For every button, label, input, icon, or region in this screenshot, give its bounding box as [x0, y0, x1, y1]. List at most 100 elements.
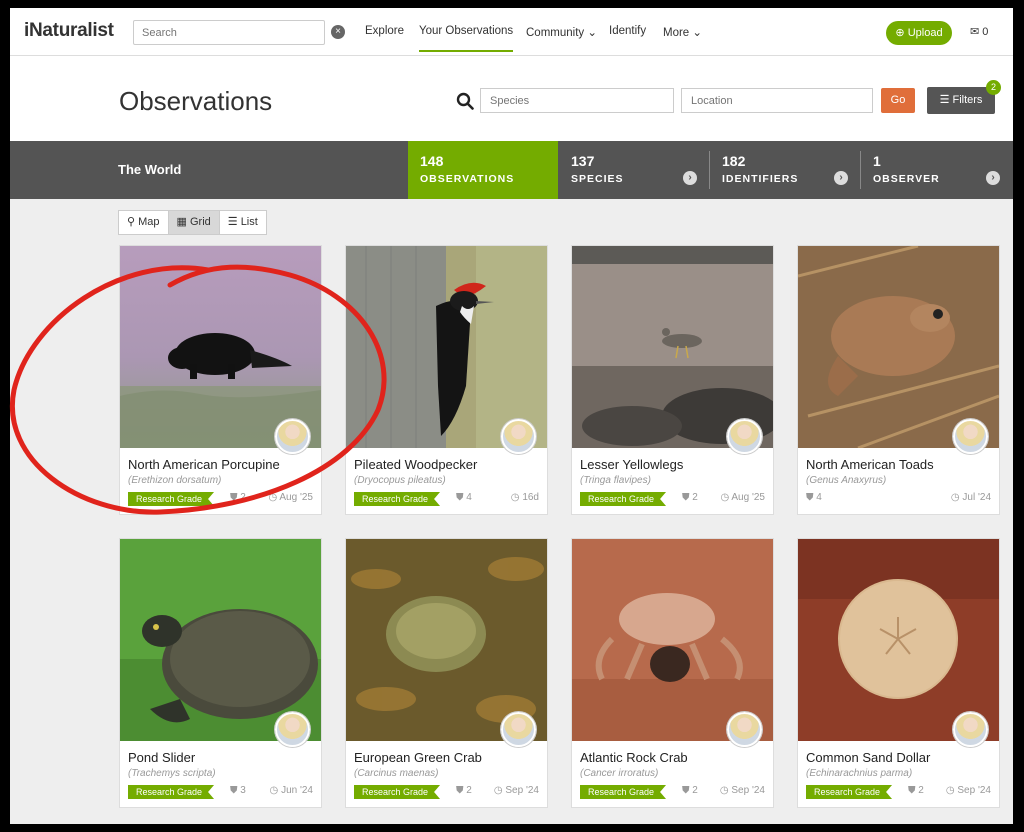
list-view-button[interactable]: ☰ List — [220, 211, 266, 234]
clock-icon: ◷ — [269, 785, 282, 796]
upload-button[interactable]: ⊕ Upload — [886, 21, 952, 45]
place-label[interactable]: The World — [118, 162, 181, 177]
user-avatar[interactable] — [953, 419, 988, 454]
upload-label: Upload — [907, 27, 943, 39]
clear-search-icon[interactable]: × — [331, 25, 345, 39]
date-value: Aug '25 — [279, 492, 313, 503]
user-avatar[interactable] — [501, 712, 536, 747]
grid-view-button[interactable]: ▦ Grid — [168, 211, 220, 234]
stats-bar: The World 148 OBSERVATIONS 137 SPECIES ›… — [10, 141, 1013, 199]
id-count-value: 3 — [240, 785, 246, 796]
quality-grade-badge: Research Grade — [580, 785, 666, 799]
user-avatar[interactable] — [727, 712, 762, 747]
nav-more[interactable]: More ⌄ — [663, 25, 702, 39]
common-name[interactable]: Common Sand Dollar — [806, 750, 930, 765]
identification-count: ⛊ 2 — [682, 785, 698, 796]
id-count-value: 2 — [918, 785, 924, 796]
stat-number: 182 — [722, 153, 746, 169]
observed-date: ◷ Aug '25 — [268, 492, 313, 503]
clock-icon: ◷ — [268, 492, 280, 503]
common-name[interactable]: Lesser Yellowlegs — [580, 457, 683, 472]
observation-card-porcupine[interactable]: North American Porcupine (Erethizon dors… — [119, 245, 322, 515]
id-count-value: 4 — [466, 492, 472, 503]
shield-icon: ⛊ — [806, 492, 817, 503]
tab-species[interactable]: 137 SPECIES › — [559, 141, 709, 199]
identification-count: ⛊ 2 — [908, 785, 924, 796]
turtle-photo — [120, 539, 321, 741]
scientific-name: (Dryocopus pileatus) — [354, 475, 446, 486]
common-name[interactable]: Pond Slider — [128, 750, 195, 765]
yellowlegs-photo — [572, 246, 773, 448]
date-value: 16d — [522, 492, 539, 503]
clock-icon: ◷ — [950, 492, 963, 503]
shield-icon: ⛊ — [682, 785, 693, 796]
observation-photo[interactable] — [572, 246, 773, 448]
user-avatar[interactable] — [501, 419, 536, 454]
map-view-button[interactable]: ⚲ Map — [119, 211, 169, 234]
tab-observations[interactable]: 148 OBSERVATIONS — [408, 141, 558, 199]
nav-identify[interactable]: Identify — [609, 25, 646, 37]
user-avatar[interactable] — [953, 712, 988, 747]
id-count-value: 2 — [466, 785, 472, 796]
date-value: Jul '24 — [962, 492, 991, 503]
observed-date: ◷ Jul '24 — [951, 492, 991, 503]
observed-date: ◷ Sep '24 — [494, 785, 539, 796]
observation-card-woodpecker[interactable]: Pileated Woodpecker (Dryocopus pileatus)… — [345, 245, 548, 515]
species-input[interactable] — [480, 88, 674, 113]
nav-community[interactable]: Community ⌄ — [526, 25, 597, 39]
observation-photo[interactable] — [798, 246, 999, 448]
messages-button[interactable]: ✉ 0 — [970, 25, 988, 38]
id-count-value: 2 — [692, 492, 698, 503]
observation-card-rock-crab[interactable]: Atlantic Rock Crab (Cancer irroratus) Re… — [571, 538, 774, 808]
inaturalist-logo[interactable]: iNaturalist — [24, 20, 114, 42]
location-input[interactable] — [681, 88, 873, 113]
quality-grade-badge: Research Grade — [806, 785, 892, 799]
page-header: Observations Go ☰ Filters 2 — [10, 56, 1013, 141]
common-name[interactable]: North American Porcupine — [128, 457, 280, 472]
go-button[interactable]: Go — [881, 88, 915, 113]
user-avatar[interactable] — [727, 419, 762, 454]
observation-card-green-crab[interactable]: European Green Crab (Carcinus maenas) Re… — [345, 538, 548, 808]
observed-date: ◷ Sep '24 — [720, 785, 765, 796]
common-name[interactable]: North American Toads — [806, 457, 934, 472]
observation-photo[interactable] — [798, 539, 999, 741]
shield-icon: ⛊ — [456, 492, 467, 503]
tab-observers[interactable]: 1 OBSERVER › — [861, 141, 1012, 199]
user-avatar[interactable] — [275, 419, 310, 454]
identification-count: ⛊ 3 — [230, 785, 246, 796]
observation-photo[interactable] — [572, 539, 773, 741]
user-avatar[interactable] — [275, 712, 310, 747]
filters-button[interactable]: ☰ Filters — [927, 87, 995, 114]
search-input[interactable] — [133, 20, 325, 45]
stat-label: SPECIES — [571, 173, 624, 185]
tab-identifiers[interactable]: 182 IDENTIFIERS › — [710, 141, 860, 199]
identification-count: ⛊ 2 — [230, 492, 246, 503]
nav-your-observations[interactable]: Your Observations — [419, 25, 514, 52]
observation-photo[interactable] — [346, 539, 547, 741]
page-title: Observations — [119, 86, 273, 116]
arrow-right-icon: › — [683, 171, 697, 185]
common-name[interactable]: Pileated Woodpecker — [354, 457, 477, 472]
observation-card-sand-dollar[interactable]: Common Sand Dollar (Echinarachnius parma… — [797, 538, 1000, 808]
observation-card-toad[interactable]: North American Toads (Genus Anaxyrus) ⛊ … — [797, 245, 1000, 515]
nav-explore[interactable]: Explore — [365, 25, 404, 37]
observation-photo[interactable] — [120, 246, 321, 448]
arrow-right-icon: › — [834, 171, 848, 185]
common-name[interactable]: Atlantic Rock Crab — [580, 750, 688, 765]
sliders-icon: ☰ — [939, 94, 953, 106]
observation-photo[interactable] — [346, 246, 547, 448]
clock-icon: ◷ — [945, 785, 958, 796]
clock-icon: ◷ — [510, 492, 523, 503]
observation-photo[interactable] — [120, 539, 321, 741]
view-toggle-group: ⚲ Map ▦ Grid ☰ List — [118, 210, 267, 235]
search-icon — [456, 92, 474, 110]
common-name[interactable]: European Green Crab — [354, 750, 482, 765]
clock-icon: ◷ — [720, 492, 732, 503]
clock-icon: ◷ — [719, 785, 732, 796]
observation-card-pond-slider[interactable]: Pond Slider (Trachemys scripta) Research… — [119, 538, 322, 808]
toad-photo — [798, 246, 999, 448]
quality-grade-badge: Research Grade — [128, 492, 214, 506]
quality-grade-badge: Research Grade — [580, 492, 666, 506]
observation-card-yellowlegs[interactable]: Lesser Yellowlegs (Tringa flavipes) Rese… — [571, 245, 774, 515]
plus-circle-icon: ⊕ — [895, 27, 908, 39]
